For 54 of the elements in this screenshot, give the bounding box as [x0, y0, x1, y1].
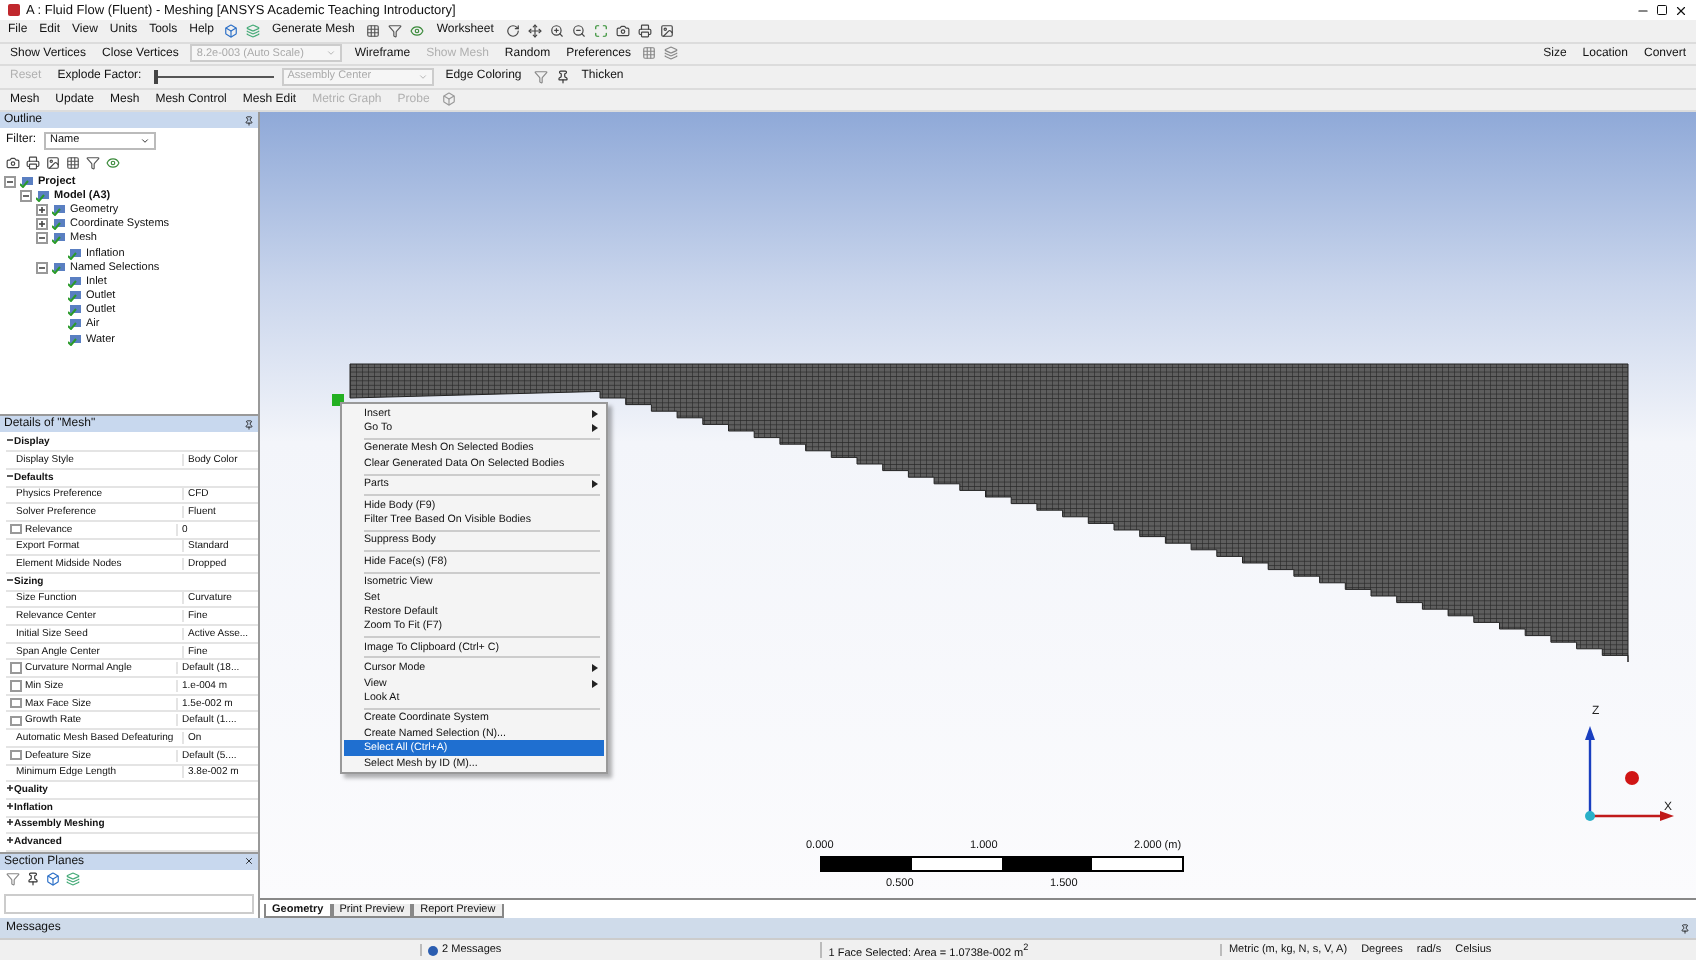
layers-icon[interactable]	[245, 23, 260, 38]
info-icon	[428, 945, 439, 955]
pin-icon[interactable]	[244, 115, 254, 125]
checkbox[interactable]	[10, 749, 21, 761]
grid-icon[interactable]	[66, 155, 80, 169]
printer-icon[interactable]	[26, 155, 40, 169]
collapse-icon[interactable]	[4, 175, 16, 188]
pin-icon[interactable]	[555, 69, 570, 84]
filter-icon[interactable]	[86, 155, 100, 169]
zoom-in-icon[interactable]	[549, 23, 564, 38]
axis-triad-drawing	[1585, 726, 1674, 821]
pin-icon[interactable]	[1680, 923, 1690, 933]
zoom-fit-icon[interactable]	[593, 23, 608, 38]
expand-icon[interactable]	[36, 218, 48, 231]
maximize-icon[interactable]	[1656, 4, 1668, 16]
collapse-icon[interactable]	[36, 232, 48, 245]
expand-icon[interactable]	[6, 801, 14, 814]
expand-icon[interactable]	[6, 836, 14, 849]
grid-icon[interactable]	[642, 46, 657, 61]
filter-icon[interactable]	[6, 872, 20, 887]
collapse-icon[interactable]	[36, 261, 48, 274]
grid-icon[interactable]	[366, 23, 381, 38]
pin-icon[interactable]	[26, 872, 40, 887]
image-icon[interactable]	[46, 155, 60, 169]
camera-icon[interactable]	[615, 23, 630, 38]
zoom-out-icon[interactable]	[571, 23, 586, 38]
cube-icon[interactable]	[223, 23, 238, 38]
pin-icon[interactable]	[244, 419, 254, 430]
app-icon	[8, 4, 20, 16]
slider-thumb[interactable]	[153, 69, 158, 84]
expand-icon[interactable]	[36, 203, 48, 216]
graphics-viewport[interactable]	[260, 112, 1696, 898]
filter-icon[interactable]	[388, 23, 403, 38]
cube-icon[interactable]	[46, 872, 60, 887]
checkbox[interactable]	[10, 523, 21, 535]
checkbox[interactable]	[10, 697, 21, 709]
expand-icon[interactable]	[6, 818, 14, 831]
printer-icon[interactable]	[637, 23, 652, 38]
filter-icon[interactable]	[533, 69, 548, 84]
checkbox[interactable]	[10, 680, 21, 692]
collapse-icon[interactable]	[20, 189, 32, 202]
layers-icon[interactable]	[66, 872, 80, 887]
expand-icon[interactable]	[6, 784, 14, 797]
eye-icon[interactable]	[106, 155, 120, 169]
rotate-icon[interactable]	[505, 23, 520, 38]
camera-icon[interactable]	[6, 155, 20, 169]
pan-icon[interactable]	[527, 23, 542, 38]
close-icon[interactable]	[1674, 3, 1688, 17]
checkbox[interactable]	[10, 715, 21, 727]
sphere-icon	[1625, 771, 1639, 785]
eye-icon[interactable]	[410, 23, 425, 38]
checkbox[interactable]	[10, 662, 21, 674]
layers-icon[interactable]	[664, 46, 679, 61]
image-icon[interactable]	[659, 23, 674, 38]
